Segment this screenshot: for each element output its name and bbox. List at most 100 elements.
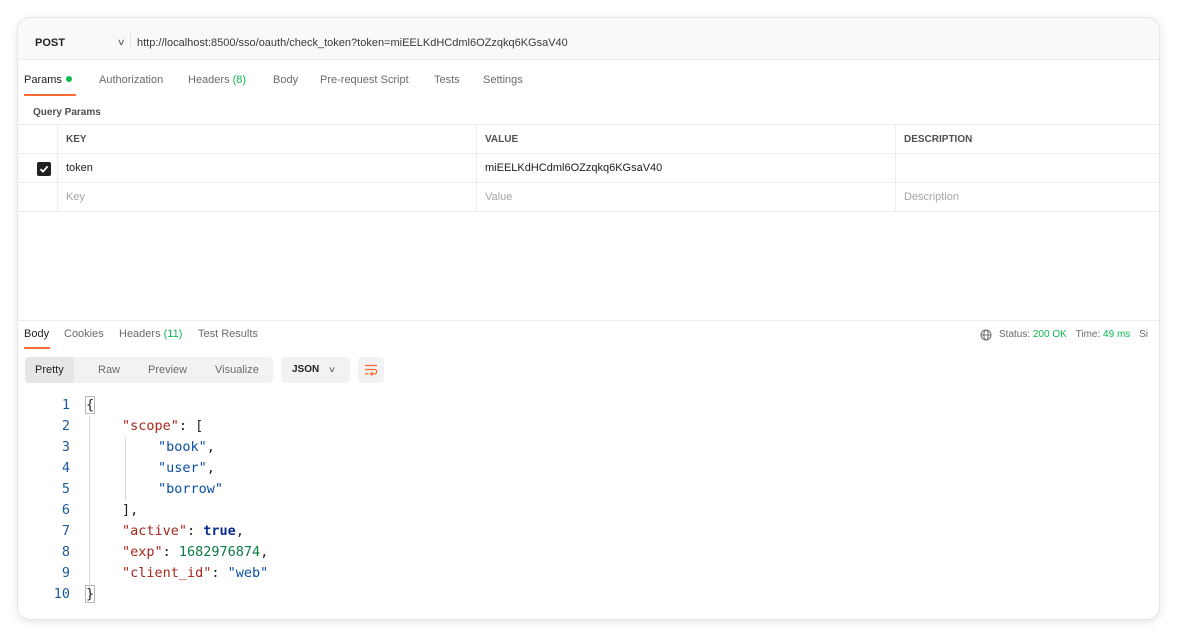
chevron-down-icon[interactable]: ∨ [117, 37, 126, 48]
close-brace: } [84, 585, 96, 603]
line-number: 4 [61, 460, 70, 476]
json-key: "active" [122, 523, 188, 539]
query-params-label: Query Params [33, 107, 101, 118]
json-key: "client_id" [122, 565, 212, 581]
new-key-input[interactable]: Key [57, 183, 476, 212]
method-select[interactable]: POST [35, 37, 65, 49]
chevron-down-icon: ∨ [327, 365, 337, 374]
checkbox-checked-icon[interactable] [37, 162, 51, 176]
table-header-row: KEY VALUE DESCRIPTION [18, 125, 1159, 154]
time-value[interactable]: 49 ms [1103, 329, 1130, 340]
column-header-value: VALUE [476, 125, 895, 154]
status-value[interactable]: 200 OK [1033, 329, 1067, 340]
url-input[interactable]: http://localhost:8500/sso/oauth/check_to… [137, 37, 568, 49]
wrap-lines-icon [365, 364, 378, 376]
line-number: 1 [61, 397, 70, 413]
json-string: "web" [227, 565, 269, 581]
code-text: "client_id": "web" [122, 565, 269, 581]
pretty-button[interactable]: Pretty [25, 357, 74, 383]
pane-divider[interactable] [18, 320, 1159, 321]
raw-button[interactable]: Raw [88, 357, 130, 383]
line-number: 8 [61, 544, 70, 560]
code-line: 9 "client_id": "web" [18, 563, 718, 584]
param-key-cell[interactable]: token [57, 154, 476, 183]
tab-authorization[interactable]: Authorization [99, 74, 163, 86]
param-description-cell[interactable] [895, 154, 1159, 183]
line-number: 5 [61, 481, 70, 497]
line-number: 10 [53, 586, 70, 602]
method-divider [130, 30, 131, 50]
code-text: "book", [158, 439, 215, 455]
new-value-input[interactable]: Value [476, 183, 895, 212]
code-line: 3 "book", [18, 437, 718, 458]
globe-icon[interactable] [980, 329, 992, 344]
json-number: 1682976874 [178, 544, 261, 560]
line-number: 3 [61, 439, 70, 455]
param-value-cell[interactable]: miEELKdHCdml6OZzqkq6KGsaV40 [476, 154, 895, 183]
code-text: "active": true, [122, 523, 244, 539]
request-tabs: Params Authorization Headers (8) Body Pr… [18, 74, 1159, 98]
tab-response-headers[interactable]: Headers (11) [119, 328, 182, 340]
query-params-table: KEY VALUE DESCRIPTION token miEELKdHCdml… [18, 124, 1159, 212]
response-body-editor[interactable]: 1{ 2 "scope": [ 3 "book", 4 "user", 5 "borro… [18, 395, 718, 605]
line-number: 6 [61, 502, 70, 518]
code-text: "user", [158, 460, 215, 476]
code-text: "scope": [ [122, 418, 204, 434]
code-text: "exp": 1682976874, [122, 544, 269, 560]
json-boolean: true [203, 523, 236, 539]
json-key: "scope" [122, 418, 179, 434]
preview-button[interactable]: Preview [138, 357, 197, 383]
column-header-description: DESCRIPTION [895, 125, 1159, 154]
code-line: 4 "user", [18, 458, 718, 479]
line-number: 7 [61, 523, 70, 539]
code-line: 5 "borrow" [18, 479, 718, 500]
view-mode-segment: Pretty Raw Preview Visualize [25, 357, 273, 383]
code-line: 2 "scope": [ [18, 416, 718, 437]
code-text: { [84, 395, 96, 416]
url-bar: POST ∨ http://localhost:8500/sso/oauth/c… [18, 18, 1159, 60]
open-brace: { [84, 396, 96, 414]
code-line: 10} [18, 584, 718, 605]
line-number: 9 [61, 565, 70, 581]
params-active-dot [65, 76, 72, 82]
wrap-lines-button[interactable] [358, 357, 384, 383]
column-header-key: KEY [57, 125, 476, 154]
json-key: "exp" [122, 544, 163, 560]
tab-headers-label: Headers [188, 74, 230, 86]
tab-params[interactable]: Params [24, 74, 72, 86]
code-line: 8 "exp": 1682976874, [18, 542, 718, 563]
tab-test-results[interactable]: Test Results [198, 328, 258, 340]
code-text: } [84, 584, 96, 605]
tab-settings[interactable]: Settings [483, 74, 523, 86]
json-string: "book" [158, 439, 207, 455]
table-row-new: Key Value Description [18, 183, 1159, 212]
size-label: Si [1139, 329, 1148, 340]
new-row-check-cell [18, 183, 57, 212]
format-select[interactable]: JSON ∨ [281, 357, 350, 383]
json-string: "borrow" [158, 481, 224, 497]
tab-response-headers-label: Headers [119, 328, 161, 340]
tab-headers-count: (8) [232, 74, 247, 86]
tab-prerequest-script[interactable]: Pre-request Script [320, 74, 409, 86]
tab-response-headers-count: (11) [163, 328, 183, 340]
postman-window: POST ∨ http://localhost:8500/sso/oauth/c… [18, 18, 1159, 619]
format-select-label: JSON [292, 364, 320, 375]
visualize-button[interactable]: Visualize [205, 357, 269, 383]
code-text: ], [122, 502, 139, 518]
tab-response-body[interactable]: Body [24, 328, 49, 340]
status-label: Status: [999, 329, 1031, 340]
tab-body[interactable]: Body [273, 74, 298, 86]
response-status: Status: 200 OK Time: 49 ms Si [999, 329, 1148, 340]
table-row: token miEELKdHCdml6OZzqkq6KGsaV40 [18, 154, 1159, 183]
code-line: 1{ [18, 395, 718, 416]
response-tab-indicator [24, 347, 50, 349]
tab-params-label: Params [24, 74, 62, 86]
new-description-input[interactable]: Description [895, 183, 1159, 212]
line-number: 2 [61, 418, 70, 434]
json-string: "user" [158, 460, 207, 476]
tab-cookies[interactable]: Cookies [64, 328, 104, 340]
tab-tests[interactable]: Tests [434, 74, 460, 86]
header-check-cell [18, 125, 57, 154]
active-tab-indicator [24, 94, 76, 96]
tab-headers[interactable]: Headers (8) [188, 74, 246, 86]
